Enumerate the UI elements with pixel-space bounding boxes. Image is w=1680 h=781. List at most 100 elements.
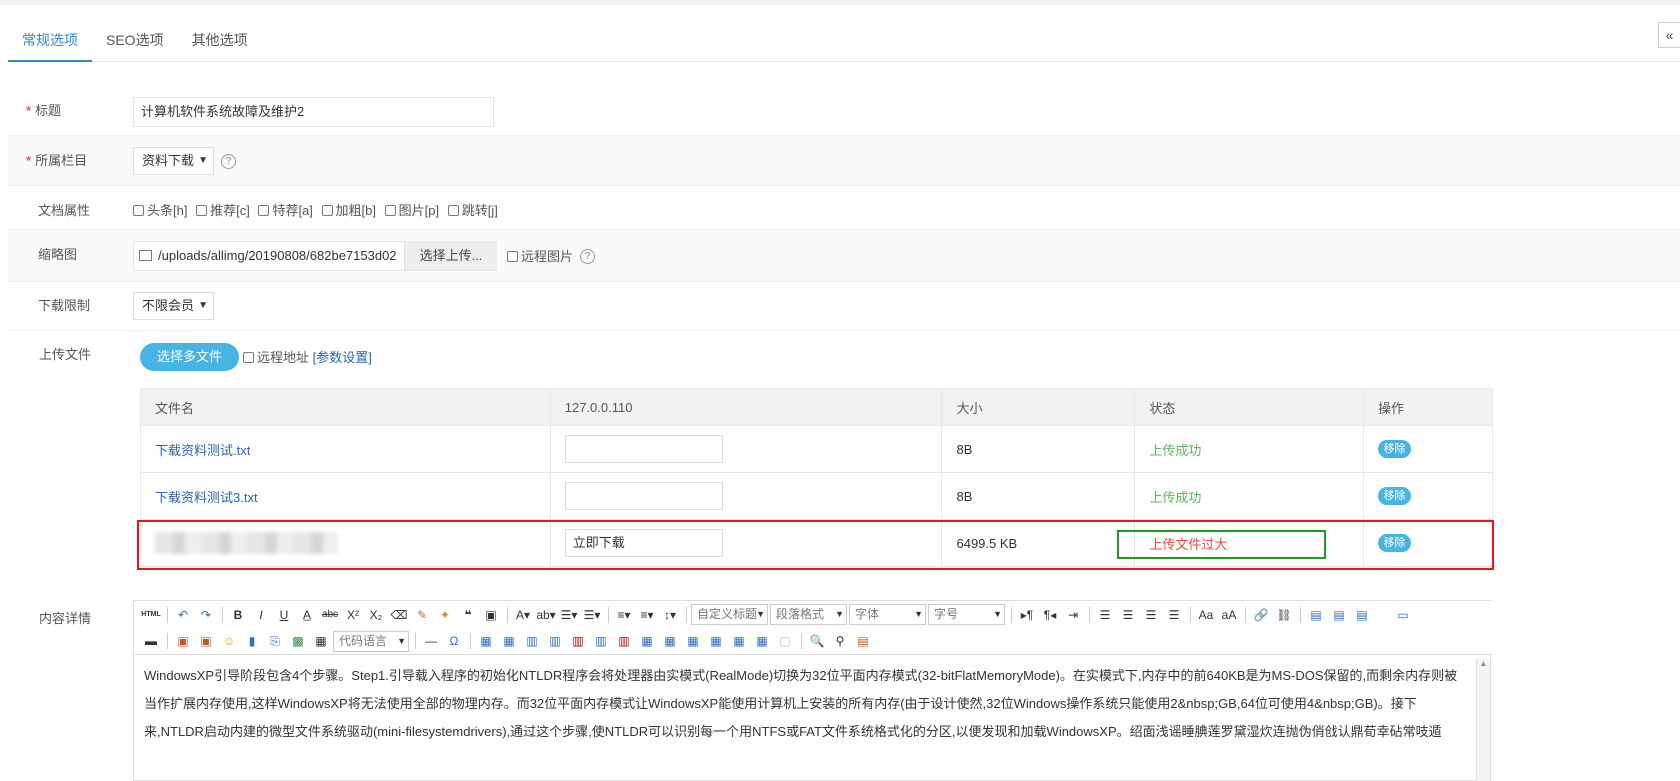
attr-jiacu[interactable]: 加粗[b] <box>321 203 376 218</box>
font-color-icon[interactable]: A▾ <box>512 606 534 624</box>
auto-format-icon[interactable]: ✦ <box>434 606 456 624</box>
unlink-icon[interactable]: ⛓ <box>1273 606 1295 624</box>
bold-icon[interactable]: B <box>227 606 249 624</box>
split-rows-icon[interactable]: ▦ <box>728 632 750 650</box>
attr-tejian[interactable]: 特荐[a] <box>258 203 313 218</box>
tab-seo[interactable]: SEO选项 <box>92 26 178 62</box>
align-justify-icon[interactable]: ☰ <box>1163 606 1185 624</box>
ltr-icon[interactable]: ▸¶ <box>1016 606 1038 624</box>
insert-image-icon[interactable]: ▣ <box>195 632 217 650</box>
blockquote-icon[interactable]: ❝ <box>457 606 479 624</box>
custom-title-select[interactable]: 自定义标题 ▼ <box>691 604 768 625</box>
fullscreen-icon[interactable]: ▭ <box>1392 606 1414 624</box>
font-size-select[interactable]: 字号 ▼ <box>928 604 1005 625</box>
select-files-button[interactable]: 选择多文件 <box>140 343 239 371</box>
ordered-list-icon[interactable]: ☰▾ <box>558 606 580 624</box>
remote-address-option[interactable]: 远程地址 [参数设置] <box>243 347 372 366</box>
uppercase-icon[interactable]: Aa <box>1195 606 1217 624</box>
link-icon[interactable]: 🔗 <box>1250 606 1272 624</box>
search-replace-icon[interactable]: ⚲ <box>829 632 851 650</box>
checkbox[interactable] <box>133 205 144 216</box>
paste-text-icon[interactable]: ▣ <box>480 606 502 624</box>
insert-paragraph-icon[interactable]: ▥ <box>521 632 543 650</box>
split-cells-icon[interactable]: ▦ <box>705 632 727 650</box>
title-input[interactable]: 计算机软件系统故障及维护2 <box>133 97 494 127</box>
image-none-icon[interactable]: ▤ <box>1305 606 1327 624</box>
attr-tiaozhuan[interactable]: 跳转[j] <box>447 203 498 218</box>
checkbox[interactable] <box>447 205 459 216</box>
image-center-icon[interactable]: ▬ <box>140 632 162 650</box>
help-icon[interactable]: ? <box>221 154 236 169</box>
checkbox[interactable] <box>321 205 333 216</box>
rtl-icon[interactable]: ¶◂ <box>1039 606 1061 624</box>
download-limit-select[interactable]: 不限会员 ▼ <box>133 292 214 320</box>
checkbox[interactable] <box>243 352 254 363</box>
highlight-icon[interactable]: ab▾ <box>535 606 557 624</box>
attr-tupian[interactable]: 图片[p] <box>384 203 439 218</box>
insert-table-icon[interactable]: ▦ <box>475 632 497 650</box>
line-height-icon[interactable]: ↕▾ <box>659 606 681 624</box>
editor-scrollbar[interactable]: ▲ <box>1476 659 1490 781</box>
special-char-icon[interactable]: Ω <box>443 632 465 650</box>
border-icon[interactable]: A̲ <box>296 606 318 624</box>
paragraph-bottom-icon[interactable]: ≡▾ <box>636 606 658 624</box>
checkbox[interactable] <box>196 205 208 216</box>
attr-toutiao[interactable]: 头条[h] <box>133 203 187 218</box>
tab-general[interactable]: 常规选项 <box>8 26 92 62</box>
preview-icon[interactable]: 🔍 <box>806 632 828 650</box>
delete-row-icon[interactable]: ▥ <box>567 632 589 650</box>
category-select[interactable]: 资料下载 ▼ <box>133 147 214 175</box>
font-family-select[interactable]: 字体 ▼ <box>849 604 926 625</box>
merge-cells-icon[interactable]: ▦ <box>636 632 658 650</box>
file-title-input[interactable] <box>564 435 723 463</box>
italic-icon[interactable]: I <box>250 606 272 624</box>
checkbox[interactable] <box>384 205 396 216</box>
image-right-icon[interactable]: ▤ <box>1351 606 1373 624</box>
indent-icon[interactable]: ⇥ <box>1062 606 1084 624</box>
file-name-link[interactable]: 下载资料测试.txt <box>155 443 250 458</box>
image-left-icon[interactable]: ▤ <box>1328 606 1350 624</box>
delete-table-icon[interactable]: ▦ <box>498 632 520 650</box>
attachment-icon[interactable]: ⎘ <box>264 632 286 650</box>
align-right-icon[interactable]: ☰ <box>1140 606 1162 624</box>
align-center-icon[interactable]: ☰ <box>1117 606 1139 624</box>
charts-icon[interactable]: ▢ <box>774 632 796 650</box>
paragraph-top-icon[interactable]: ≡▾ <box>613 606 635 624</box>
remote-image-option[interactable]: 远程图片 <box>507 246 573 265</box>
insert-row-icon[interactable]: ▥ <box>544 632 566 650</box>
merge-right-icon[interactable]: ▦ <box>659 632 681 650</box>
scroll-up-icon[interactable]: ▲ <box>1477 659 1490 668</box>
delete-col-icon[interactable]: ▥ <box>613 632 635 650</box>
help-icon[interactable]: ? <box>580 249 595 264</box>
file-title-input[interactable] <box>564 482 723 510</box>
eraser-icon[interactable]: ⌫ <box>388 606 410 624</box>
format-brush-icon[interactable]: ✎ <box>411 606 433 624</box>
horizontal-rule-icon[interactable]: — <box>420 632 442 650</box>
emotion-icon[interactable]: ☺ <box>218 632 240 650</box>
code-language-select[interactable]: 代码语言 ▼ <box>333 630 409 652</box>
simple-upload-icon[interactable]: ▣ <box>172 632 194 650</box>
file-name-link[interactable]: 下载资料测试3.txt <box>155 490 258 505</box>
checkbox[interactable] <box>507 251 518 262</box>
undo-icon[interactable]: ↶ <box>172 606 194 624</box>
paragraph-format-select[interactable]: 段落格式 ▼ <box>770 604 847 625</box>
insert-col-icon[interactable]: ▥ <box>590 632 612 650</box>
html-source-icon[interactable]: HTML <box>140 606 162 624</box>
checkbox[interactable] <box>258 205 270 216</box>
params-link[interactable]: [参数设置] <box>313 350 372 365</box>
remove-button[interactable]: 移除 <box>1378 440 1412 458</box>
map-icon[interactable]: ▩ <box>287 632 309 650</box>
drafts-icon[interactable]: ▤ <box>852 632 874 650</box>
subscript-icon[interactable]: X₂ <box>365 606 387 624</box>
attr-tuijian[interactable]: 推荐[c] <box>196 203 250 218</box>
split-cols-icon[interactable]: ▦ <box>751 632 773 650</box>
superscript-icon[interactable]: X² <box>342 606 364 624</box>
upload-button[interactable]: 选择上传... <box>404 241 497 270</box>
tab-other[interactable]: 其他选项 <box>178 26 262 62</box>
video-icon[interactable]: ▮ <box>241 632 263 650</box>
lowercase-icon[interactable]: aA <box>1218 606 1240 624</box>
insert-frame-icon[interactable]: ▦ <box>310 632 332 650</box>
remove-button[interactable]: 移除 <box>1378 487 1412 505</box>
underline-icon[interactable]: U <box>273 606 295 624</box>
unordered-list-icon[interactable]: ☰▾ <box>581 606 603 624</box>
